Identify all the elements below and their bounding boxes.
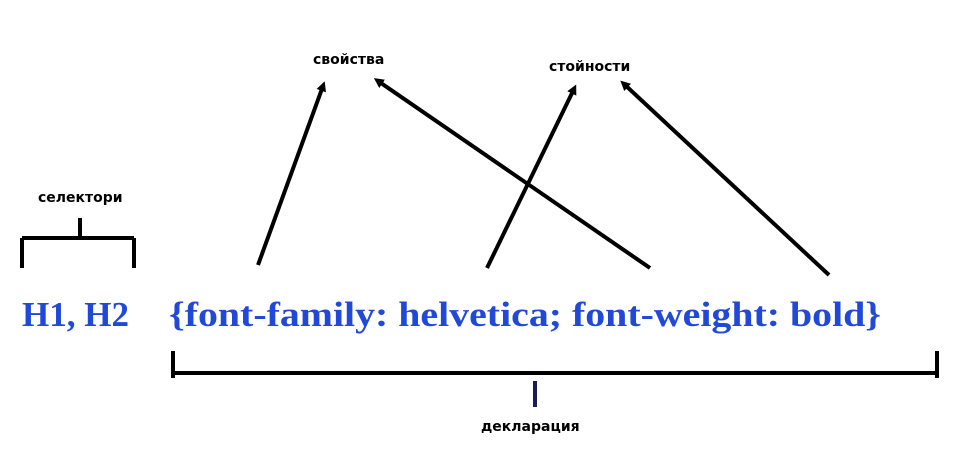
arrow-font-family-to-properties [256,81,326,266]
values-label: стойности [549,59,630,75]
properties-label: свойства [313,52,384,68]
declaration-bracket [171,351,939,407]
selectors-code: H1, H2 [22,295,129,334]
declaration-code: {font-family: helvetica; font-weight: bo… [169,295,881,334]
arrow-font-weight-to-properties [373,78,652,270]
selectors-label: селектори [38,190,123,206]
css-rule-diagram: свойства стойности селектори H1, H2 {fon… [20,52,939,435]
arrow-bold-to-values [620,80,831,277]
selectors-bracket [20,218,136,268]
declaration-label: декларация [481,419,580,435]
arrow-helvetica-to-values [485,84,577,269]
